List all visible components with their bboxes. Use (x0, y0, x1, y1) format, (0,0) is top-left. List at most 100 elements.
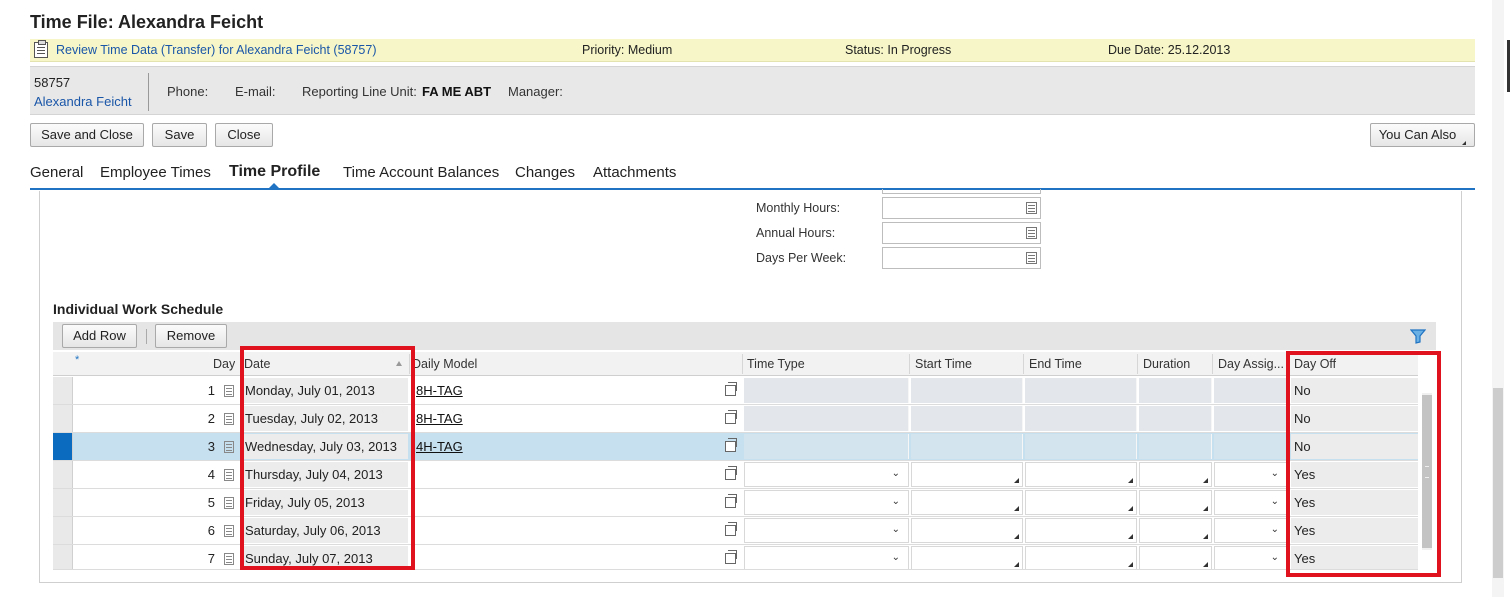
tab-time-account-balances[interactable]: Time Account Balances (343, 164, 499, 181)
calendar-icon[interactable] (224, 413, 234, 425)
save-button[interactable]: Save (152, 123, 207, 147)
calendar-icon[interactable] (224, 525, 234, 537)
daily-model-link[interactable]: 8H-TAG (416, 383, 463, 398)
duration-input[interactable] (1139, 546, 1212, 569)
copy-icon[interactable] (725, 466, 737, 480)
add-row-button[interactable]: Add Row (62, 324, 137, 348)
column-separator[interactable] (1137, 354, 1138, 374)
calendar-icon[interactable] (224, 441, 234, 453)
duration-input[interactable] (1139, 490, 1212, 515)
tab-time-profile[interactable]: Time Profile (229, 163, 320, 181)
cell-day: 5 (207, 495, 215, 510)
time-type-dropdown[interactable]: ⌄ (744, 546, 909, 569)
calendar-icon[interactable] (224, 385, 234, 397)
row-selector[interactable] (53, 489, 73, 516)
tab-employee-times[interactable]: Employee Times (100, 164, 211, 181)
row-selector[interactable] (53, 377, 73, 404)
column-separator[interactable] (1288, 354, 1289, 374)
column-header-day-off[interactable]: Day Off (1294, 357, 1336, 371)
task-link[interactable]: Review Time Data (Transfer) for Alexandr… (56, 43, 377, 57)
you-can-also-button[interactable]: You Can Also (1370, 123, 1475, 147)
start-time-input[interactable] (911, 462, 1023, 487)
row-selector[interactable] (53, 405, 73, 432)
row-selector[interactable] (53, 433, 73, 460)
column-separator[interactable] (1023, 354, 1024, 374)
cell-day-off: Yes (1291, 490, 1418, 515)
column-header-day-assignment[interactable]: Day Assig... (1218, 357, 1286, 371)
row-selector[interactable] (53, 517, 73, 544)
monthly-hours-input[interactable] (882, 197, 1041, 219)
filter-icon[interactable] (1410, 329, 1426, 344)
chevron-down-icon: ⌄ (891, 552, 900, 563)
copy-icon[interactable] (725, 522, 737, 536)
tab-general[interactable]: General (30, 164, 83, 181)
column-header-daily-model[interactable]: Daily Model (412, 357, 477, 371)
page-scrollbar-thumb[interactable] (1493, 388, 1503, 578)
tab-changes[interactable]: Changes (515, 164, 575, 181)
remove-button[interactable]: Remove (155, 324, 227, 348)
calendar-icon[interactable] (224, 497, 234, 509)
day-assignment-dropdown[interactable]: ⌄ (1214, 546, 1288, 569)
table-row[interactable]: 1 Monday, July 01, 2013 8H-TAG No (53, 377, 1418, 405)
save-and-close-button[interactable]: Save and Close (30, 123, 144, 147)
day-assignment-dropdown[interactable]: ⌄ (1214, 462, 1288, 487)
end-time-input[interactable] (1025, 518, 1137, 543)
row-selector[interactable] (53, 461, 73, 488)
time-type-dropdown[interactable]: ⌄ (744, 490, 909, 515)
days-per-week-input[interactable] (882, 247, 1041, 269)
corner-arrow-icon (1128, 534, 1133, 539)
duration-input[interactable] (1139, 518, 1212, 543)
start-time-input[interactable] (911, 518, 1023, 543)
column-separator[interactable] (240, 354, 241, 374)
column-header-end-time[interactable]: End Time (1029, 357, 1082, 371)
table-row[interactable]: 2 Tuesday, July 02, 2013 8H-TAG No (53, 405, 1418, 433)
column-header-time-type[interactable]: Time Type (747, 357, 805, 371)
cell-time-type (744, 378, 909, 403)
column-separator[interactable] (1212, 354, 1213, 374)
end-time-input[interactable] (1025, 462, 1137, 487)
value-help-icon[interactable] (1026, 202, 1037, 214)
tab-attachments[interactable]: Attachments (593, 164, 676, 181)
corner-arrow-icon (1014, 534, 1019, 539)
cell-day-off: Yes (1291, 546, 1418, 569)
copy-icon[interactable] (725, 494, 737, 508)
table-row[interactable]: 7 Sunday, July 07, 2013 ⌄ ⌄ Yes (53, 545, 1418, 570)
table-row[interactable]: 6 Saturday, July 06, 2013 ⌄ ⌄ Yes (53, 517, 1418, 545)
column-header-date[interactable]: Date (244, 357, 270, 371)
end-time-input[interactable] (1025, 490, 1137, 515)
daily-model-link[interactable]: 8H-TAG (416, 411, 463, 426)
day-assignment-dropdown[interactable]: ⌄ (1214, 518, 1288, 543)
value-help-icon[interactable] (1026, 227, 1037, 239)
end-time-input[interactable] (1025, 546, 1137, 569)
copy-icon[interactable] (725, 550, 737, 564)
annual-hours-input[interactable] (882, 222, 1041, 244)
table-row[interactable]: 5 Friday, July 05, 2013 ⌄ ⌄ Yes (53, 489, 1418, 517)
value-help-icon[interactable] (1026, 252, 1037, 264)
start-time-input[interactable] (911, 490, 1023, 515)
copy-icon[interactable] (725, 382, 737, 396)
employee-name-link[interactable]: Alexandra Feicht (34, 94, 132, 109)
calendar-icon[interactable] (224, 553, 234, 565)
column-separator[interactable] (409, 354, 410, 374)
column-separator[interactable] (742, 354, 743, 374)
column-separator[interactable] (909, 354, 910, 374)
row-selector[interactable] (53, 545, 73, 569)
close-button[interactable]: Close (215, 123, 273, 147)
start-time-input[interactable] (911, 546, 1023, 569)
table-row-selected[interactable]: 3 Wednesday, July 03, 2013 4H-TAG No (53, 433, 1418, 461)
column-header-start-time[interactable]: Start Time (915, 357, 972, 371)
copy-icon[interactable] (725, 438, 737, 452)
column-header-day[interactable]: Day (213, 357, 235, 371)
day-assignment-dropdown[interactable]: ⌄ (1214, 490, 1288, 515)
daily-model-link[interactable]: 4H-TAG (416, 439, 463, 454)
chevron-down-icon: ⌄ (891, 496, 900, 507)
time-type-dropdown[interactable]: ⌄ (744, 518, 909, 543)
copy-icon[interactable] (725, 410, 737, 424)
table-row[interactable]: 4 Thursday, July 04, 2013 ⌄ ⌄ Yes (53, 461, 1418, 489)
column-header-duration[interactable]: Duration (1143, 357, 1190, 371)
duration-input[interactable] (1139, 462, 1212, 487)
calendar-icon[interactable] (224, 469, 234, 481)
sort-ascending-icon[interactable] (396, 361, 402, 366)
time-type-dropdown[interactable]: ⌄ (744, 462, 909, 487)
active-tab-indicator (268, 183, 280, 189)
